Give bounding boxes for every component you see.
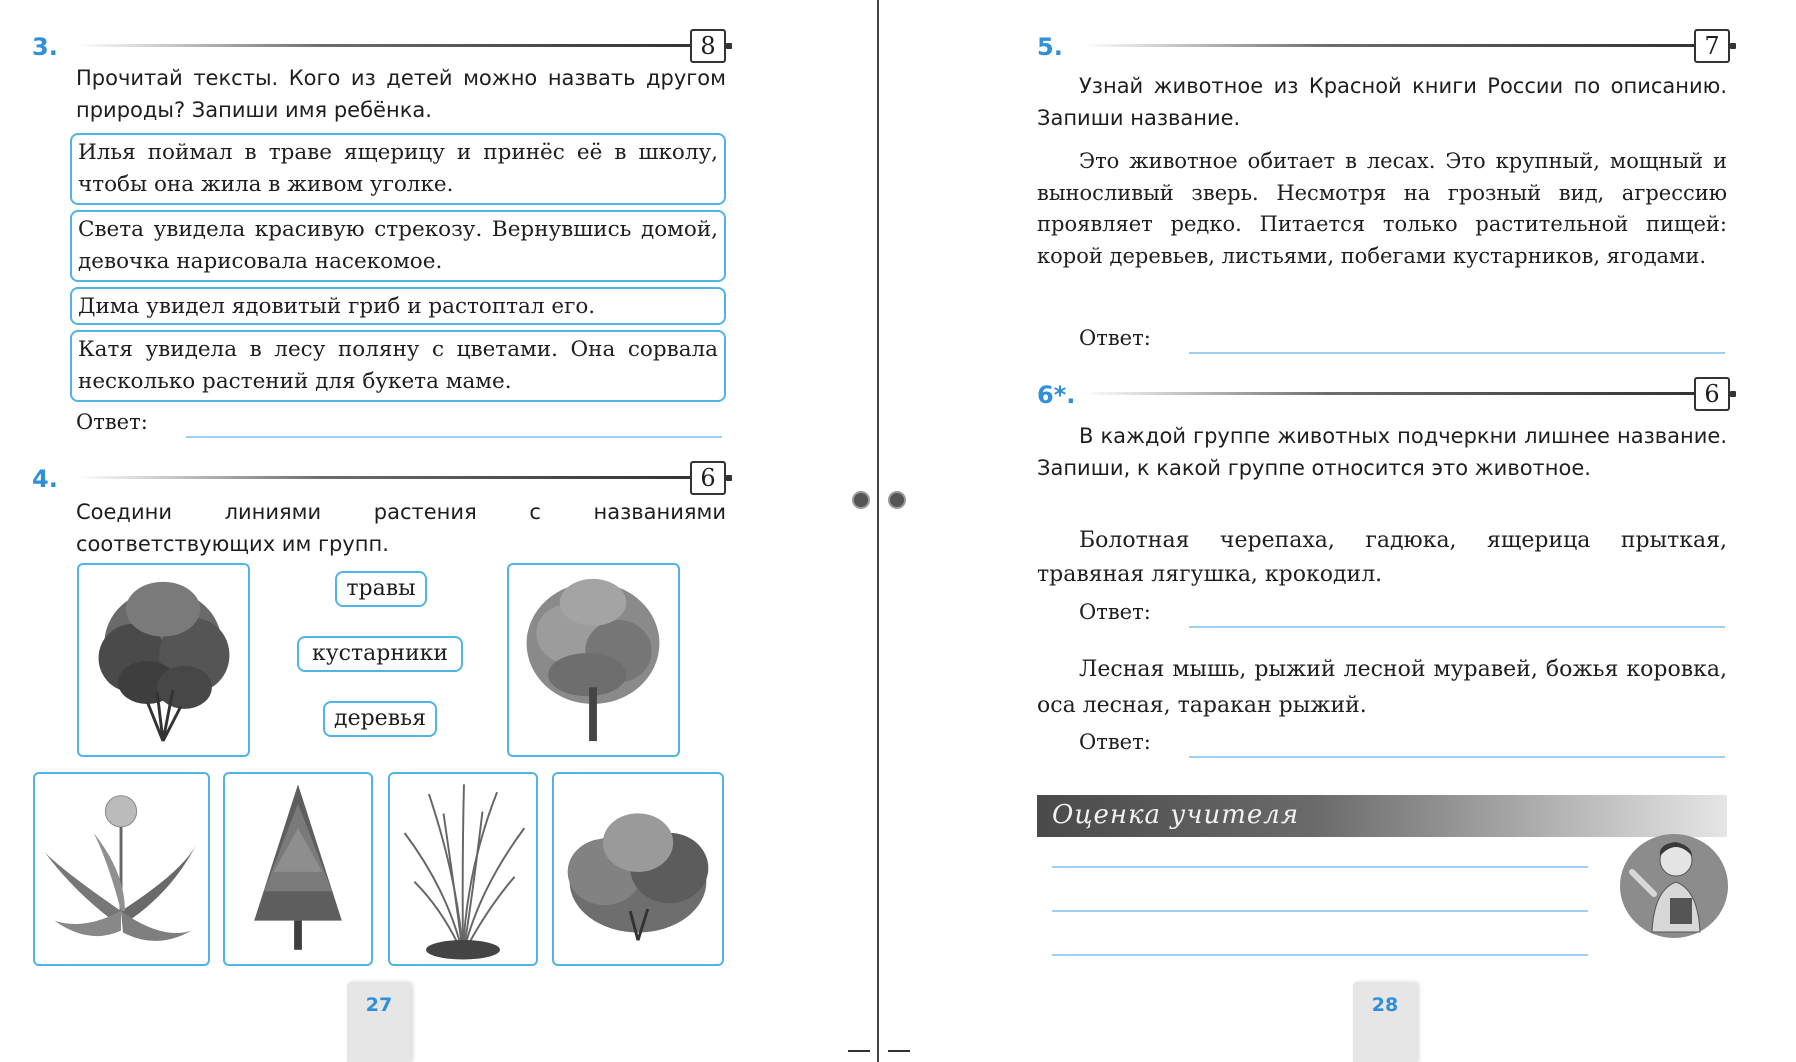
group-label-grasses[interactable]: травы	[335, 571, 427, 607]
task6-number: 6*.	[1037, 381, 1076, 409]
task6-answer1-label: Ответ:	[1079, 600, 1151, 624]
task5-answer-label: Ответ:	[1079, 326, 1151, 350]
task3-score-box: 8	[690, 29, 732, 63]
page-number-left: 27	[347, 982, 411, 1062]
crop-mark-right	[888, 1050, 910, 1052]
crop-mark-left	[848, 1050, 870, 1052]
group-label-shrubs[interactable]: кустарники	[297, 636, 463, 672]
task3-text-sveta: Света увидела красивую стрекозу. Вернувш…	[70, 210, 726, 282]
task3-text-dima: Дима увидел ядовитый гриб и растоптал ег…	[70, 287, 726, 325]
teacher-grade-line-3[interactable]	[1052, 954, 1588, 956]
grass-illustration	[403, 784, 526, 960]
page-number-right: 28	[1353, 982, 1417, 1062]
task6-header-line	[1082, 392, 1696, 395]
task5-number: 5.	[1037, 33, 1063, 61]
task6-score-box: 6	[1694, 377, 1736, 411]
plant-image-conifer[interactable]	[223, 772, 373, 966]
task6-prompt: В каждой группе животных подчеркни лишне…	[1037, 424, 1727, 480]
page-spine	[877, 0, 879, 1062]
task4-header-line	[76, 476, 692, 479]
plant-image-shrub-2[interactable]	[552, 772, 724, 966]
conifer-illustration	[254, 784, 342, 950]
task3-prompt: Прочитай тексты. Кого из детей можно наз…	[76, 66, 726, 122]
registration-mark-right	[888, 491, 906, 509]
shrub-illustration	[567, 813, 709, 941]
task3-header-line	[76, 44, 692, 47]
task6-group1-text: Болотная черепаха, гадюка, ящерица прытк…	[1037, 528, 1727, 587]
task3-text-ilya: Илья поймал в траве ящерицу и принёс её …	[70, 133, 726, 205]
task3-answer-label: Ответ:	[76, 410, 148, 434]
group-label-trees[interactable]: деревья	[323, 701, 437, 737]
task6-answer2-line[interactable]	[1189, 756, 1725, 758]
task5-header-line	[1082, 44, 1696, 47]
tree-illustration	[526, 578, 660, 742]
task6-group2-text: Лесная мышь, рыжий лесной муравей, божья…	[1037, 657, 1727, 718]
dandelion-illustration	[44, 795, 197, 941]
task3-answer-line[interactable]	[186, 436, 722, 438]
task5-answer-line[interactable]	[1189, 352, 1725, 354]
plant-image-dandelion[interactable]	[33, 772, 210, 966]
task5-prompt: Узнай животное из Красной книги России п…	[1037, 74, 1727, 130]
task4-number: 4.	[32, 465, 58, 493]
teacher-grade-line-1[interactable]	[1052, 866, 1588, 868]
task5-description: Это животное обитает в лесах. Это крупны…	[1037, 149, 1727, 268]
plant-image-tree-1[interactable]	[507, 563, 680, 757]
task5-score-box: 7	[1694, 29, 1736, 63]
teacher-illustration	[1618, 820, 1730, 940]
task6-answer1-line[interactable]	[1189, 626, 1725, 628]
task3-text-katya: Катя увидела в лесу поляну с цветами. Он…	[70, 330, 726, 402]
shrub-illustration	[98, 581, 230, 742]
task6-answer2-label: Ответ:	[1079, 730, 1151, 754]
plant-image-shrub-1[interactable]	[77, 563, 250, 757]
plant-image-grass[interactable]	[388, 772, 538, 966]
teacher-grade-line-2[interactable]	[1052, 910, 1588, 912]
task4-prompt: Соедини линиями растения с названиями со…	[76, 500, 726, 556]
teacher-grade-label: Оценка учителя	[1052, 800, 1300, 830]
task4-score-box: 6	[690, 461, 732, 495]
task3-number: 3.	[32, 33, 58, 61]
registration-mark-left	[852, 491, 870, 509]
